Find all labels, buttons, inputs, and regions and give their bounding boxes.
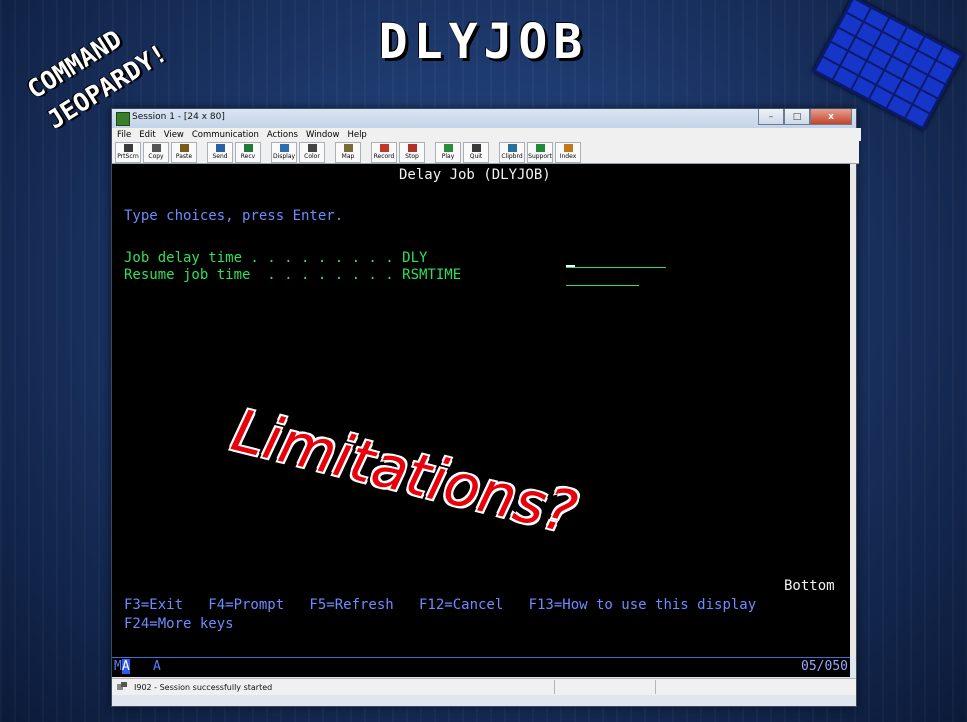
status-bar: I902 - Session successfully started: [112, 678, 856, 695]
toolbar-button-quit[interactable]: Quit: [463, 141, 489, 163]
record-icon: [379, 143, 389, 152]
function-keys-line-1: F3=Exit F4=Prompt F5=Refresh F12=Cancel …: [124, 597, 757, 613]
menu-communication[interactable]: Communication: [192, 130, 259, 140]
color-icon: [307, 143, 317, 152]
oia-mode-prefix: M: [114, 659, 122, 674]
text-cursor: [566, 265, 575, 267]
clipboard-icon: [507, 143, 517, 152]
toolbar-button-label: Recv: [240, 152, 256, 160]
copy-icon: [151, 143, 161, 152]
menu-file[interactable]: File: [117, 130, 131, 140]
field-label-resume-job-time: Resume job time . . . . . . . . RSMTIME: [124, 267, 462, 283]
toolbar-button-label: Paste: [175, 152, 193, 160]
toolbar-button-label: PrtScrn: [117, 152, 139, 160]
status-message: I902 - Session successfully started: [134, 682, 273, 692]
window-title: Session 1 - [24 x 80]: [132, 112, 225, 122]
toolbar-button-map[interactable]: Map: [335, 141, 361, 163]
send-icon: [215, 143, 225, 152]
display-icon: [279, 143, 289, 152]
toolbar-button-label: Record: [373, 152, 395, 160]
support-icon: [535, 143, 545, 152]
menu-edit[interactable]: Edit: [139, 130, 155, 140]
session-status-icon: [116, 682, 130, 692]
job-delay-time-input[interactable]: [566, 267, 666, 268]
window-controls: – □ x: [758, 109, 852, 125]
status-cell-2: [655, 680, 816, 694]
menu-bar: File Edit View Communication Actions Win…: [112, 128, 861, 141]
toolbar-button-color[interactable]: Color: [299, 141, 325, 163]
vertical-scrollbar[interactable]: [850, 164, 856, 657]
screen-instruction: Type choices, press Enter.: [124, 208, 344, 224]
toolbar-button-record[interactable]: Record: [371, 141, 397, 163]
resume-job-time-input[interactable]: [566, 285, 639, 286]
terminal-screen[interactable]: Delay Job (DLYJOB) Type choices, press E…: [112, 164, 850, 657]
toolbar-button-label: Stop: [405, 152, 419, 160]
toolbar: PrtScrn Copy Paste Send Recv Display Color Map R…: [112, 141, 859, 164]
paste-icon: [179, 143, 189, 152]
toolbar-button-label: Map: [341, 152, 355, 160]
limitations-overlay: Limitations?: [225, 396, 583, 548]
toolbar-button-index[interactable]: Index: [555, 141, 581, 163]
toolbar-button-stop[interactable]: Stop: [399, 141, 425, 163]
toolbar-button-play[interactable]: Play: [435, 141, 461, 163]
toolbar-button-clipbrd[interactable]: Clipbrd: [499, 141, 525, 163]
maximize-button[interactable]: □: [784, 109, 810, 125]
jeopardy-board-image: [812, 0, 964, 131]
toolbar-button-label: Index: [559, 152, 577, 160]
window-titlebar[interactable]: Session 1 - [24 x 80] – □ x: [112, 109, 856, 128]
toolbar-button-recv[interactable]: Recv: [235, 141, 261, 163]
toolbar-button-label: Copy: [148, 152, 164, 160]
minimize-button[interactable]: –: [758, 109, 784, 125]
bottom-indicator: Bottom: [784, 578, 835, 594]
toolbar-button-label: Color: [304, 152, 320, 160]
toolbar-button-label: Quit: [469, 152, 483, 160]
screen-heading: Delay Job (DLYJOB): [399, 167, 551, 183]
toolbar-button-copy[interactable]: Copy: [143, 141, 169, 163]
toolbar-button-support[interactable]: Support: [527, 141, 553, 163]
menu-window[interactable]: Window: [306, 130, 340, 140]
emulator-window: Session 1 - [24 x 80] – □ x File Edit Vi…: [111, 108, 861, 707]
print-screen-icon: [123, 143, 133, 152]
toolbar-button-display[interactable]: Display: [271, 141, 297, 163]
stop-icon: [407, 143, 417, 152]
menu-help[interactable]: Help: [347, 130, 366, 140]
toolbar-button-label: Display: [272, 152, 296, 160]
toolbar-button-label: Send: [212, 152, 228, 160]
app-icon: [116, 112, 130, 126]
close-button[interactable]: x: [810, 109, 852, 125]
menu-actions[interactable]: Actions: [267, 130, 298, 140]
toolbar-button-label: Play: [441, 152, 455, 160]
field-label-job-delay-time: Job delay time . . . . . . . . . DLY: [124, 250, 428, 266]
menu-view[interactable]: View: [164, 130, 184, 140]
oia-cursor-position: 05/050: [801, 659, 848, 674]
index-icon: [563, 143, 573, 152]
toolbar-button-send[interactable]: Send: [207, 141, 233, 163]
receive-icon: [243, 143, 253, 152]
oia-mode: MA: [114, 659, 130, 674]
toolbar-button-prtscrn[interactable]: PrtScrn: [115, 141, 141, 163]
toolbar-button-label: Clipbrd: [501, 152, 523, 160]
oia-mode-selected: A: [121, 659, 130, 674]
map-icon: [343, 143, 353, 152]
operator-information-area: MA A 05/050: [112, 657, 850, 677]
function-keys-line-2: F24=More keys: [124, 616, 234, 632]
quit-icon: [471, 143, 481, 152]
oia-indicator: A: [153, 659, 161, 674]
toolbar-button-paste[interactable]: Paste: [171, 141, 197, 163]
toolbar-button-label: Support: [528, 152, 552, 160]
status-cell-1: [554, 680, 655, 694]
play-icon: [443, 143, 453, 152]
